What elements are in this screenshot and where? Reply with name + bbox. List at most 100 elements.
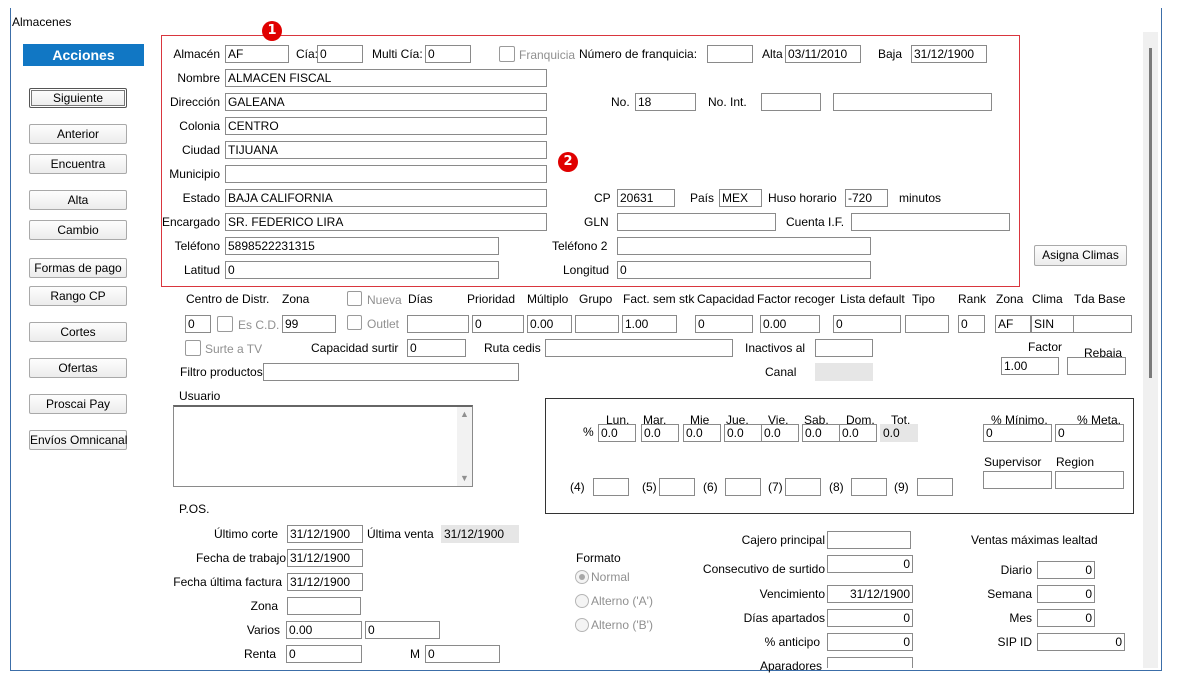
pct-minimo-input[interactable]: 0 [983, 424, 1052, 442]
telefono-input[interactable]: 5898522231315 [225, 237, 499, 255]
diario-input[interactable]: 0 [1037, 561, 1095, 579]
no-input[interactable]: 18 [635, 93, 696, 111]
rank-input[interactable]: 0 [958, 315, 985, 333]
factor-input[interactable]: 1.00 [1001, 357, 1059, 375]
clima-input[interactable]: SIN [1031, 315, 1074, 333]
renta-input[interactable]: 0 [286, 645, 362, 663]
zona2-input[interactable]: AF [995, 315, 1031, 333]
ciudad-input[interactable]: TIJUANA [225, 141, 547, 159]
vie-input[interactable]: 0.0 [761, 424, 799, 442]
almacen-input[interactable]: AF [225, 45, 289, 63]
semana-input[interactable]: 0 [1037, 585, 1095, 603]
siguiente-button[interactable]: Siguiente [29, 88, 127, 108]
no-int-input[interactable] [761, 93, 821, 111]
factor-recoger-input[interactable]: 0.00 [760, 315, 820, 333]
vencimiento-input[interactable]: 31/12/1900 [827, 585, 913, 603]
lista-default-input[interactable]: 0 [833, 315, 901, 333]
pct-meta-input[interactable]: 0 [1055, 424, 1124, 442]
rango-cp-button[interactable]: Rango CP [29, 286, 127, 306]
numero-franquicia-input[interactable] [707, 45, 753, 63]
nombre-input[interactable]: ALMACEN FISCAL [225, 69, 547, 87]
grupo-input[interactable] [575, 315, 619, 333]
gln-input[interactable] [617, 213, 776, 231]
vertical-scrollbar[interactable] [1143, 32, 1158, 668]
franquicia-checkbox[interactable] [499, 46, 515, 62]
scroll-up-icon[interactable]: ▲ [460, 409, 469, 419]
dom-input[interactable]: 0.0 [839, 424, 877, 442]
cia-input[interactable]: 0 [317, 45, 363, 63]
multi-cia-input[interactable]: 0 [425, 45, 471, 63]
supervisor-input[interactable] [983, 471, 1052, 489]
direccion-input[interactable]: GALEANA [225, 93, 547, 111]
formato-alterno-a-radio[interactable] [575, 594, 589, 608]
centro-distr-input[interactable]: 0 [185, 315, 211, 333]
consecutivo-surtido-input[interactable]: 0 [827, 555, 913, 573]
anterior-button[interactable]: Anterior [29, 124, 127, 144]
dias-input[interactable] [407, 315, 469, 333]
encargado-input[interactable]: SR. FEDERICO LIRA [225, 213, 547, 231]
mes-input[interactable]: 0 [1037, 609, 1095, 627]
formato-alterno-b-radio[interactable] [575, 618, 589, 632]
filtro-productos-input[interactable] [263, 363, 519, 381]
estado-input[interactable]: BAJA CALIFORNIA [225, 189, 547, 207]
ruta-cedis-input[interactable] [545, 339, 733, 357]
inactivos-al-input[interactable] [815, 339, 873, 357]
telefono2-input[interactable] [617, 237, 871, 255]
pais-input[interactable]: MEX [719, 189, 762, 207]
dias-apartados-input[interactable]: 0 [827, 609, 913, 627]
formas-de-pago-button[interactable]: Formas de pago [29, 258, 127, 278]
jue-input[interactable]: 0.0 [724, 424, 762, 442]
cajero-principal-input[interactable] [827, 531, 911, 549]
tipo-input[interactable] [905, 315, 949, 333]
capacidad-surtir-input[interactable]: 0 [407, 339, 466, 357]
cp-input[interactable]: 20631 [617, 189, 675, 207]
tda-base-input[interactable] [1073, 315, 1132, 333]
varios-input-2[interactable]: 0 [365, 621, 440, 639]
proscai-pay-button[interactable]: Proscai Pay [29, 394, 127, 414]
m-input[interactable]: 0 [425, 645, 500, 663]
asigna-climas-button[interactable]: Asigna Climas [1034, 245, 1127, 266]
fecha-trabajo-input[interactable]: 31/12/1900 [287, 549, 363, 567]
cortes-button[interactable]: Cortes [29, 322, 127, 342]
capacidad-input[interactable]: 0 [695, 315, 753, 333]
ofertas-button[interactable]: Ofertas [29, 358, 127, 378]
num4-input[interactable] [593, 478, 629, 496]
sip-id-input[interactable]: 0 [1037, 633, 1125, 651]
mar-input[interactable]: 0.0 [641, 424, 679, 442]
alta-date-input[interactable]: 03/11/2010 [785, 45, 861, 63]
sab-input[interactable]: 0.0 [802, 424, 840, 442]
zona-input[interactable]: 99 [282, 315, 336, 333]
ultimo-corte-input[interactable]: 31/12/1900 [287, 525, 363, 543]
usuario-textarea[interactable]: ▲ ▼ [173, 405, 473, 487]
alta-button[interactable]: Alta [29, 190, 127, 210]
colonia-input[interactable]: CENTRO [225, 117, 547, 135]
prioridad-input[interactable]: 0 [472, 315, 524, 333]
pct-anticipo-input[interactable]: 0 [827, 633, 913, 651]
huso-horario-input[interactable]: -720 [845, 189, 888, 207]
pos-zona-input[interactable] [287, 597, 361, 615]
aparadores-input[interactable] [827, 657, 913, 668]
num5-input[interactable] [659, 478, 695, 496]
fact-sem-stk-input[interactable]: 1.00 [622, 315, 677, 333]
num8-input[interactable] [851, 478, 887, 496]
region-input[interactable] [1055, 471, 1124, 489]
cuenta-if-input[interactable] [851, 213, 1010, 231]
num7-input[interactable] [785, 478, 821, 496]
cambio-button[interactable]: Cambio [29, 220, 127, 240]
num9-input[interactable] [917, 478, 953, 496]
latitud-input[interactable]: 0 [225, 261, 499, 279]
mie-input[interactable]: 0.0 [683, 424, 721, 442]
surte-tv-checkbox[interactable] [185, 340, 201, 356]
formato-normal-radio[interactable] [575, 570, 589, 584]
municipio-input[interactable] [225, 165, 547, 183]
no-int-extra-input[interactable] [833, 93, 992, 111]
rebaja-input[interactable] [1067, 357, 1126, 375]
envios-omnicanal-button[interactable]: Envíos Omnicanal [29, 430, 127, 450]
encuentra-button[interactable]: Encuentra [29, 154, 127, 174]
lun-input[interactable]: 0.0 [598, 424, 636, 442]
baja-date-input[interactable]: 31/12/1900 [911, 45, 987, 63]
multiplo-input[interactable]: 0.00 [527, 315, 572, 333]
longitud-input[interactable]: 0 [617, 261, 871, 279]
nueva-checkbox[interactable] [347, 291, 362, 306]
varios-input-1[interactable]: 0.00 [286, 621, 362, 639]
